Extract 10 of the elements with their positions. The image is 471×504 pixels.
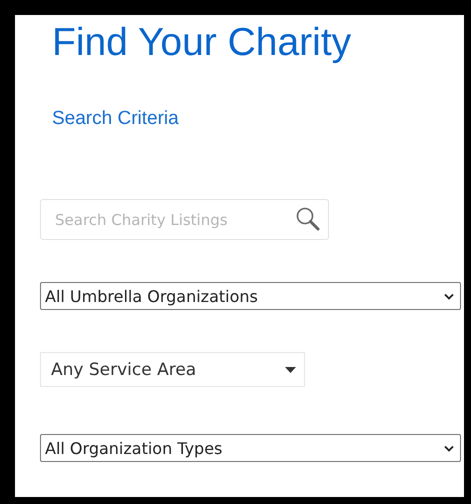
chevron-icon bbox=[444, 292, 454, 300]
filter-select[interactable]: All Umbrella Organizations bbox=[40, 282, 461, 310]
filter-select[interactable]: All Organization Types bbox=[40, 434, 461, 462]
filter-dropdown[interactable]: Any Service Area bbox=[40, 352, 305, 387]
search-field[interactable]: Search Charity Listings bbox=[40, 199, 329, 240]
page-title: Find Your Charity bbox=[52, 20, 352, 66]
search-criteria-link[interactable]: Search Criteria bbox=[52, 107, 179, 131]
search-icon[interactable] bbox=[295, 206, 321, 232]
chevron-icon bbox=[444, 444, 454, 452]
caret-icon bbox=[285, 366, 296, 372]
